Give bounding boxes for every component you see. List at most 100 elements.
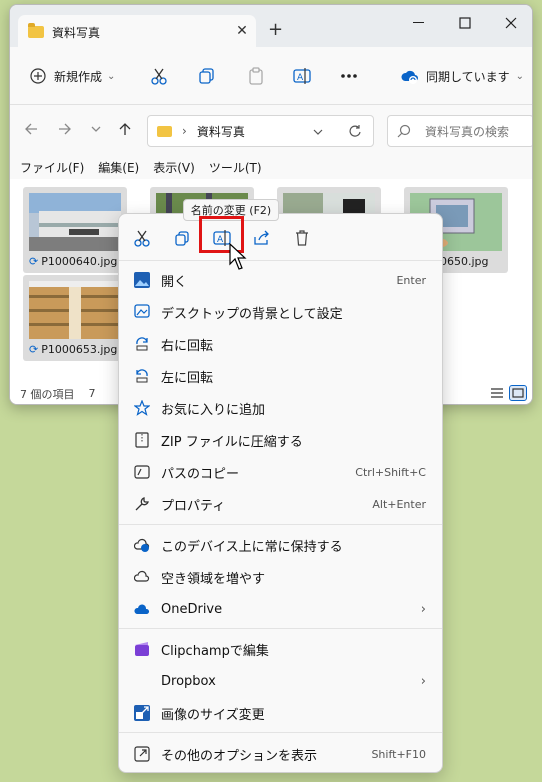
menu-tools[interactable]: ツール(T) (209, 159, 262, 176)
folder-tab[interactable]: 資料写真 ✕ (18, 15, 256, 49)
file-name: P1000653.jpg (41, 343, 118, 356)
copy-icon (199, 68, 214, 84)
svg-text:A: A (297, 73, 304, 83)
tab-title: 資料写真 (52, 25, 101, 40)
menu-item-free-up-space[interactable]: 空き領域を増やす (119, 562, 442, 592)
search-box[interactable]: 資料写真の検索 (387, 115, 532, 147)
star-icon (134, 400, 150, 416)
menu-item-rotate-right[interactable]: 右に回転 (119, 329, 442, 359)
building-photo (29, 193, 121, 251)
more-button[interactable] (340, 47, 358, 105)
rotate-right-icon (134, 336, 150, 352)
close-icon (505, 17, 517, 29)
copy-icon[interactable] (171, 227, 193, 249)
minimize-button[interactable] (396, 5, 442, 41)
menu-item-properties[interactable]: プロパティ Alt+Enter (119, 489, 442, 519)
sync-chevron-icon: ⌄ (515, 70, 525, 82)
warehouse-photo (29, 281, 121, 339)
navigation-bar: › 資料写真 資料写真の検索 (10, 105, 532, 155)
selected-count: 7 (88, 387, 96, 400)
menu-item-compress-zip[interactable]: ZIP ファイルに圧縮する (119, 425, 442, 455)
menu-item-keep-on-device[interactable]: このデバイス上に常に保持する (119, 530, 442, 560)
zip-icon (134, 432, 150, 448)
wallpaper-icon (134, 304, 150, 320)
menu-item-clipchamp[interactable]: Clipchampで編集 (119, 634, 442, 664)
onedrive-icon (134, 601, 150, 617)
photo-icon (134, 272, 150, 288)
up-arrow-icon[interactable] (117, 121, 133, 141)
menu-item-resize-image[interactable]: 画像のサイズ変更 (119, 698, 442, 728)
menu-item-set-wallpaper[interactable]: デスクトップの背景として設定 (119, 297, 442, 327)
address-chevron-icon[interactable] (312, 126, 324, 138)
folder-icon (28, 23, 44, 38)
folder-icon (157, 125, 172, 137)
add-tab-button[interactable]: + (268, 19, 283, 40)
keep-cloud-icon (134, 537, 150, 553)
minimize-icon (413, 22, 424, 23)
command-bar: 新規作成 ⌄ A 同期しています ⌄ (10, 47, 532, 105)
file-name: P1000640.jpg (41, 255, 118, 268)
sync-status-label: 同期しています (426, 69, 510, 84)
recent-chevron-icon[interactable] (90, 121, 102, 141)
menu-item-rotate-left[interactable]: 左に回転 (119, 361, 442, 391)
context-menu: A 開く Enter デスクトップの背景として設定 右に回転 左に回転 お気に入… (118, 213, 443, 773)
mouse-cursor-icon (229, 243, 247, 270)
refresh-icon[interactable] (348, 124, 362, 138)
file-thumbnail[interactable]: ⟳ P1000653.jpg (23, 275, 127, 361)
item-count: 7 個の項目 (20, 387, 75, 401)
back-arrow-icon[interactable] (23, 121, 39, 141)
share-icon[interactable] (251, 227, 273, 249)
menu-item-open[interactable]: 開く Enter (119, 265, 442, 295)
paste-icon (249, 67, 263, 85)
paste-button[interactable] (247, 47, 265, 105)
thumbnail-view-icon[interactable] (509, 385, 527, 401)
ellipsis-icon (341, 74, 357, 78)
copy-button[interactable] (198, 47, 216, 105)
menu-view[interactable]: 表示(V) (153, 159, 195, 176)
submenu-chevron-icon: › (420, 673, 426, 689)
address-bar[interactable]: › 資料写真 (147, 115, 374, 147)
cut-button[interactable] (150, 47, 168, 105)
trash-icon[interactable] (291, 227, 313, 249)
cloud-icon (134, 569, 150, 585)
menu-item-copy-path[interactable]: パスのコピー Ctrl+Shift+C (119, 457, 442, 487)
details-view-icon[interactable] (488, 385, 506, 401)
maximize-icon (459, 17, 471, 29)
forward-arrow-icon[interactable] (57, 121, 73, 141)
menu-divider (119, 628, 442, 629)
resize-icon (134, 705, 150, 721)
menu-item-onedrive[interactable]: OneDrive › (119, 594, 442, 624)
search-placeholder: 資料写真の検索 (425, 124, 510, 139)
menu-item-dropbox[interactable]: Dropbox › (119, 666, 442, 696)
dropbox-icon (134, 673, 150, 689)
path-icon (134, 464, 150, 480)
clipchamp-icon (134, 641, 150, 657)
new-button[interactable]: 新規作成 ⌄ (30, 47, 115, 105)
breadcrumb[interactable]: 資料写真 (197, 123, 245, 140)
menu-item-add-favorite[interactable]: お気に入りに追加 (119, 393, 442, 423)
file-thumbnail[interactable]: ⟳ P1000640.jpg (23, 187, 127, 273)
file-name: 0650.jpg (440, 255, 489, 268)
menu-divider (119, 524, 442, 525)
rotate-left-icon (134, 368, 150, 384)
rename-icon: A (293, 68, 311, 84)
search-icon (397, 124, 411, 138)
more-options-icon (134, 746, 150, 762)
scissors-icon (151, 68, 167, 85)
breadcrumb-separator: › (182, 124, 187, 138)
new-chevron-icon: ⌄ (107, 70, 116, 82)
close-window-button[interactable] (488, 5, 532, 41)
cut-icon[interactable] (131, 227, 153, 249)
menu-divider (119, 260, 442, 261)
tab-close-icon[interactable]: ✕ (234, 23, 250, 39)
menu-edit[interactable]: 編集(E) (98, 159, 139, 176)
maximize-button[interactable] (442, 5, 488, 41)
sync-icon: ⟳ (29, 255, 39, 268)
menu-item-more-options[interactable]: その他のオプションを表示 Shift+F10 (119, 739, 442, 769)
menu-divider (119, 732, 442, 733)
menu-file[interactable]: ファイル(F) (20, 159, 84, 176)
sync-status-button[interactable]: 同期しています ⌄ (401, 47, 524, 105)
context-quick-actions: A (119, 214, 442, 260)
new-button-label: 新規作成 (54, 69, 103, 84)
rename-button[interactable]: A (293, 47, 311, 105)
